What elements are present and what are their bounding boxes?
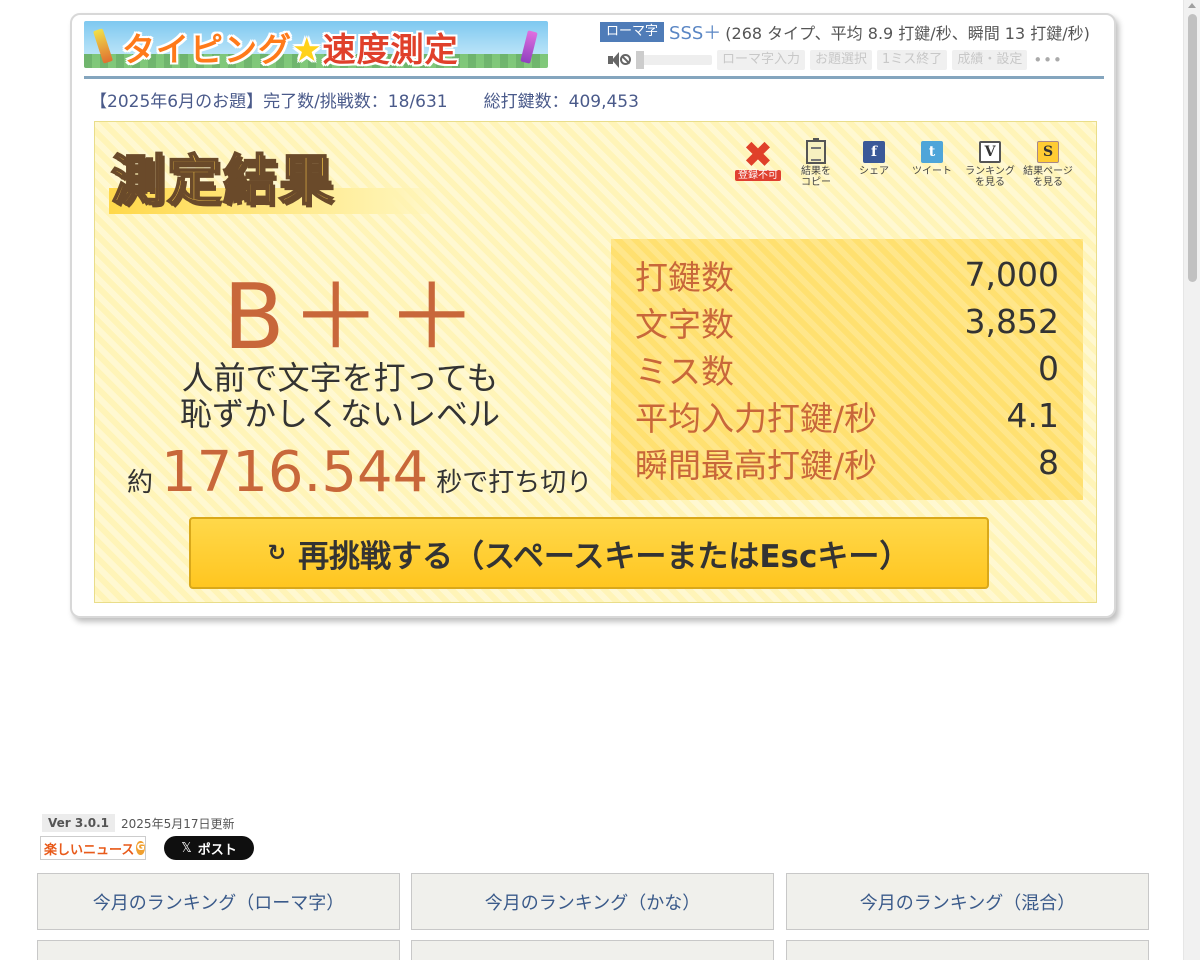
rank-detail: (268 タイプ、平均 8.9 打鍵/秒、瞬間 13 打鍵/秒) [725,24,1090,43]
elapsed-time: 約 1716.544 秒で打ち切り [127,440,592,505]
news-site-logo[interactable]: 楽しいニュース G [40,836,146,860]
version-info: Ver 3.0.1 2025年5月17日更新 [42,814,234,832]
x-post-button[interactable]: 𝕏 ポスト [164,836,254,860]
result-title: 測定結果 [109,136,439,214]
tweet-caption: ツイート [912,166,952,177]
x-logo-icon: 𝕏 [181,840,192,856]
more-options-icon[interactable]: ••• [1033,51,1063,69]
copy-result-caption: 結果を コピー [801,166,831,188]
page-scrollbar[interactable] [1183,0,1200,960]
level-description-line1: 人前で文字を打っても [181,359,499,397]
site-logo[interactable]: タイピング★速度測定 [84,21,548,68]
stat-row: ミス数 0 [635,345,1059,392]
level-description-line2: 恥ずかしくないレベル [179,395,500,433]
star-icon: ★ [292,30,323,68]
logo-text: タイピング★速度測定 [122,23,459,68]
update-date: 2025年5月17日更新 [121,816,235,831]
volume-slider[interactable] [636,51,712,69]
ranking-kana-button[interactable]: 今月のランキング（かな） [411,873,774,930]
result-page-item[interactable]: S 結果ページ を見る [1019,140,1077,188]
result-page-caption: 結果ページ を見る [1023,166,1073,188]
grade: B＋＋ [223,265,483,370]
news-logo-text: 楽しいニュース [44,842,135,858]
ranking-button-row2-3[interactable] [786,940,1149,960]
one-miss-end-button[interactable]: 1ミス終了 [877,50,948,70]
x-post-label: ポスト [197,842,237,858]
stat-value-characters: 3,852 [964,302,1059,341]
facebook-share-caption: シェア [859,166,889,177]
stat-value-misses: 0 [1038,349,1059,388]
stat-row: 平均入力打鍵/秒 4.1 [635,392,1059,439]
toolbar: ローマ字入力 お題選択 1ミス終了 成績・設定 ••• [606,49,1063,71]
tweet-icon: t [921,141,943,163]
typing-test-card: タイピング★速度測定 ローマ字 SSS＋ (268 タイプ、平均 8.9 打鍵/… [70,13,1116,618]
time-value: 1716.544 [161,440,429,505]
level-description: 人前で文字を打っても 恥ずかしくないレベル [125,360,555,432]
not-registrable-caption: 登録不可 [735,170,781,181]
stat-label-misses: ミス数 [635,351,734,391]
result-actions: ✖ 登録不可 結果を コピー f シェア t ツイート V ランキング を見る … [729,135,1077,188]
user-rank-line: ローマ字 SSS＋ (268 タイプ、平均 8.9 打鍵/秒、瞬間 13 打鍵/… [600,21,1090,44]
stats-box: 打鍵数 7,000 文字数 3,852 ミス数 0 平均入力打鍵/秒 4.1 瞬… [611,239,1083,500]
copy-result-icon [806,138,826,164]
romaji-input-button[interactable]: ローマ字入力 [717,50,806,70]
header-divider [84,76,1104,79]
stat-row: 打鍵数 7,000 [635,251,1059,298]
ranking-button-row2-2[interactable] [411,940,774,960]
stat-label-average-kps: 平均入力打鍵/秒 [635,398,878,438]
volume-slider-knob[interactable] [636,51,644,69]
ranking-icon: V [979,141,1001,163]
not-registrable-item[interactable]: ✖ 登録不可 [729,135,787,188]
ranking-caption: ランキング を見る [965,166,1015,188]
stat-row: 瞬間最高打鍵/秒 8 [635,439,1059,486]
stat-label-characters: 文字数 [635,304,734,344]
result-title-text: 測定結果 [110,148,335,213]
ranking-mixed-button[interactable]: 今月のランキング（混合） [786,873,1149,930]
facebook-share-icon: f [863,141,885,163]
speaker-muted-icon[interactable] [606,51,632,69]
stat-label-keystrokes: 打鍵数 [635,257,734,297]
rank-value: SSS＋ [669,23,722,44]
stat-row: 文字数 3,852 [635,298,1059,345]
result-page-icon: S [1037,141,1059,163]
time-suffix: 秒で打ち切り [436,468,593,498]
scrollbar-thumb[interactable] [1188,14,1197,282]
stat-label-peak-kps: 瞬間最高打鍵/秒 [635,445,878,485]
result-panel: 測定結果 ✖ 登録不可 結果を コピー f シェア t ツイート V ランキング… [94,121,1097,603]
time-prefix: 約 [127,468,154,498]
ranking-button-row2-1[interactable] [37,940,400,960]
total-keystrokes: 総打鍵数：409,453 [483,92,639,112]
facebook-share-item[interactable]: f シェア [845,140,903,188]
ranking-romaji-button[interactable]: 今月のランキング（ローマ字） [37,873,400,930]
stat-value-average-kps: 4.1 [1006,396,1059,435]
topic-select-button[interactable]: お題選択 [810,50,873,70]
stat-value-peak-kps: 8 [1038,443,1059,482]
version-badge: Ver 3.0.1 [42,814,116,832]
news-logo-mark-icon: G [136,841,145,855]
retry-button[interactable]: ↻ 再挑戦する（スペースキーまたはEscキー） [189,517,989,589]
logo-text-part1: タイピング [122,30,292,68]
logo-text-part2: 速度測定 [322,30,459,68]
results-settings-button[interactable]: 成績・設定 [952,50,1028,70]
ranking-item[interactable]: V ランキング を見る [961,140,1019,188]
tweet-item[interactable]: t ツイート [903,140,961,188]
challenge-count: 【2025年6月のお題】完了数/挑戦数：18/631 [90,92,448,112]
not-registrable-icon: ✖ [742,135,774,176]
retry-label: 再挑戦する（スペースキーまたはEscキー） [298,538,911,575]
scroll-up-arrow-icon[interactable] [1188,3,1196,8]
monthly-info-line: 【2025年6月のお題】完了数/挑戦数：18/631 総打鍵数：409,453 [90,87,639,112]
copy-result-item[interactable]: 結果を コピー [787,138,845,188]
mode-badge: ローマ字 [600,22,665,42]
stat-value-keystrokes: 7,000 [964,255,1059,294]
retry-icon: ↻ [267,540,287,566]
